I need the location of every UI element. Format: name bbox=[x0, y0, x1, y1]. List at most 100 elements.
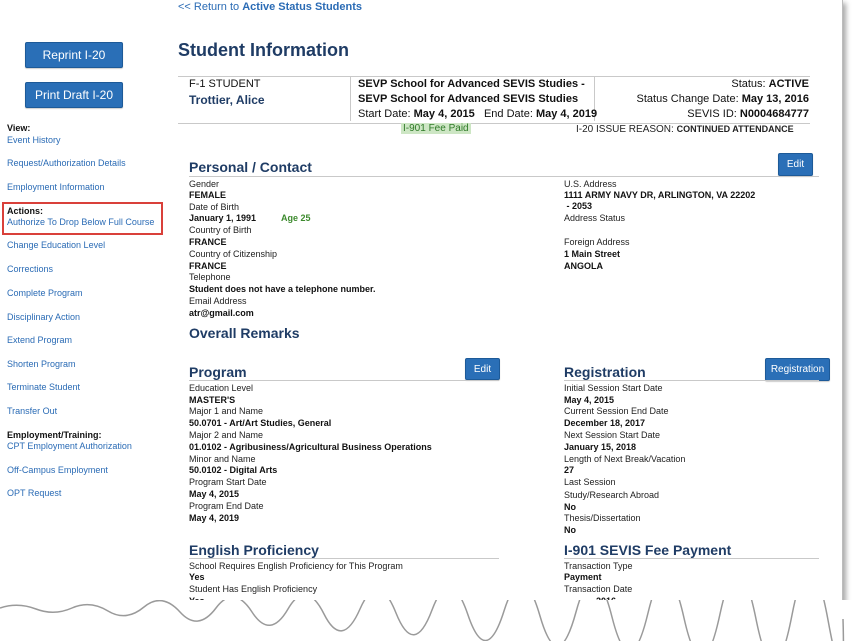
program-end-value: May 4, 2019 bbox=[189, 513, 240, 523]
address-status-label: Address Status bbox=[564, 213, 626, 223]
study-abroad-value: No bbox=[564, 502, 576, 512]
reprint-i20-button[interactable]: Reprint I-20 bbox=[25, 42, 123, 68]
return-link[interactable]: << Return to Active Status Students bbox=[178, 1, 362, 13]
initial-session-label: Initial Session Start Date bbox=[564, 383, 663, 393]
program-end-label: Program End Date bbox=[189, 501, 264, 511]
school-requires-english-value: Yes bbox=[189, 572, 205, 582]
thesis-label: Thesis/Dissertation bbox=[564, 513, 641, 523]
age-value: Age 25 bbox=[281, 213, 311, 223]
sidebar-link-request-authorization[interactable]: Request/Authorization Details bbox=[7, 158, 126, 168]
sidebar-link-cpt[interactable]: CPT Employment Authorization bbox=[7, 441, 132, 451]
header-divider bbox=[350, 77, 351, 121]
divider bbox=[189, 380, 499, 381]
sidebar-link-transfer-out[interactable]: Transfer Out bbox=[7, 406, 57, 416]
cob-value: FRANCE bbox=[189, 237, 227, 247]
cob-label: Country of Birth bbox=[189, 225, 252, 235]
status-change-date: Status Change Date: May 13, 2016 bbox=[636, 93, 809, 105]
page-container: << Return to Active Status Students Repr… bbox=[0, 0, 843, 612]
program-edit-button[interactable]: Edit bbox=[465, 358, 500, 380]
sidebar-link-disciplinary-action[interactable]: Disciplinary Action bbox=[7, 312, 80, 322]
current-session-end-value: December 18, 2017 bbox=[564, 418, 646, 428]
major1-label: Major 1 and Name bbox=[189, 406, 264, 416]
program-heading: Program bbox=[189, 364, 247, 380]
transaction-type-label: Transaction Type bbox=[564, 561, 633, 571]
dob-value: January 1, 1991 bbox=[189, 213, 257, 223]
current-session-end-label: Current Session End Date bbox=[564, 406, 669, 416]
school-requires-english-label: School Requires English Proficiency for … bbox=[189, 561, 403, 571]
minor-label: Minor and Name bbox=[189, 454, 256, 464]
us-address-line1: 1111 ARMY NAVY DR, ARLINGTON, VA 22202 bbox=[564, 190, 756, 200]
last-session-label: Last Session bbox=[564, 477, 616, 487]
next-session-start-label: Next Session Start Date bbox=[564, 430, 661, 440]
employment-heading: Employment/Training: bbox=[7, 430, 102, 440]
student-has-english-label: Student Has English Proficiency bbox=[189, 584, 318, 594]
foreign-address-line1: 1 Main Street bbox=[564, 249, 621, 259]
program-start-value: May 4, 2015 bbox=[189, 489, 240, 499]
sidebar-link-off-campus[interactable]: Off-Campus Employment bbox=[7, 465, 108, 475]
break-length-label: Length of Next Break/Vacation bbox=[564, 454, 686, 464]
sevis-id: SEVIS ID: N0004684777 bbox=[687, 108, 809, 120]
gender-value: FEMALE bbox=[189, 190, 226, 200]
sidebar-link-event-history[interactable]: Event History bbox=[7, 135, 61, 145]
program-dates: Start Date: May 4, 2015 End Date: May 4,… bbox=[358, 108, 598, 120]
sidebar-link-authorize-drop[interactable]: Authorize To Drop Below Full Course bbox=[7, 217, 154, 227]
transaction-type-value: Payment bbox=[564, 572, 602, 582]
actions-heading: Actions: bbox=[7, 206, 43, 216]
phone-value: Student does not have a telephone number… bbox=[189, 284, 376, 294]
major2-value: 01.0102 - Agribusiness/Agricultural Busi… bbox=[189, 442, 432, 452]
divider bbox=[564, 380, 819, 381]
page-title: Student Information bbox=[178, 40, 349, 60]
foreign-address-line2: ANGOLA bbox=[564, 261, 603, 271]
major1-value: 50.0701 - Art/Art Studies, General bbox=[189, 418, 332, 428]
registration-heading: Registration bbox=[564, 364, 646, 380]
sidebar-link-opt-request[interactable]: OPT Request bbox=[7, 488, 61, 498]
coc-value: FRANCE bbox=[189, 261, 227, 271]
school-name-line1: SEVP School for Advanced SEVIS Studies - bbox=[358, 78, 585, 90]
break-length-value: 27 bbox=[564, 465, 575, 475]
foreign-address-label: Foreign Address bbox=[564, 237, 630, 247]
personal-contact-heading: Personal / Contact bbox=[189, 159, 312, 175]
torn-edge bbox=[0, 600, 855, 641]
education-level-label: Education Level bbox=[189, 383, 254, 393]
transaction-date-label: Transaction Date bbox=[564, 584, 633, 594]
dob-label: Date of Birth bbox=[189, 202, 240, 212]
gender-label: Gender bbox=[189, 179, 220, 189]
sidebar-link-complete-program[interactable]: Complete Program bbox=[7, 288, 83, 298]
major2-label: Major 2 and Name bbox=[189, 430, 264, 440]
program-start-label: Program Start Date bbox=[189, 477, 267, 487]
print-draft-i20-button[interactable]: Print Draft I-20 bbox=[25, 82, 123, 108]
sidebar-link-extend-program[interactable]: Extend Program bbox=[7, 335, 72, 345]
phone-label: Telephone bbox=[189, 272, 231, 282]
student-name: Trottier, Alice bbox=[189, 93, 265, 107]
divider bbox=[189, 176, 819, 177]
overall-remarks-heading: Overall Remarks bbox=[189, 325, 300, 341]
fee-paid-badge: I-901 Fee Paid bbox=[401, 123, 471, 134]
us-address-label: U.S. Address bbox=[564, 179, 617, 189]
sidebar-link-corrections[interactable]: Corrections bbox=[7, 264, 53, 274]
view-heading: View: bbox=[7, 123, 31, 133]
initial-session-value: May 4, 2015 bbox=[564, 395, 615, 405]
us-address-line2: - 2053 bbox=[564, 201, 593, 211]
email-label: Email Address bbox=[189, 296, 247, 306]
english-proficiency-heading: English Proficiency bbox=[189, 542, 319, 558]
study-abroad-label: Study/Research Abroad bbox=[564, 490, 660, 500]
sidebar-link-employment-information[interactable]: Employment Information bbox=[7, 182, 105, 192]
status: Status: ACTIVE bbox=[731, 78, 809, 90]
thesis-value: No bbox=[564, 525, 576, 535]
divider bbox=[564, 558, 819, 559]
next-session-start-value: January 15, 2018 bbox=[564, 442, 637, 452]
sevis-fee-heading: I-901 SEVIS Fee Payment bbox=[564, 542, 732, 558]
education-level-value: MASTER'S bbox=[189, 395, 236, 405]
registration-button[interactable]: Registration bbox=[765, 358, 830, 381]
minor-value: 50.0102 - Digital Arts bbox=[189, 465, 278, 475]
school-name-line2: SEVP School for Advanced SEVIS Studies bbox=[358, 93, 579, 105]
sidebar-link-change-education-level[interactable]: Change Education Level bbox=[7, 240, 105, 250]
sidebar-link-terminate-student[interactable]: Terminate Student bbox=[7, 382, 80, 392]
issue-reason: I-20 ISSUE REASON: CONTINUED ATTENDANCE bbox=[576, 124, 794, 135]
divider bbox=[189, 558, 499, 559]
email-value: atr@gmail.com bbox=[189, 308, 254, 318]
student-type: F-1 STUDENT bbox=[189, 78, 261, 90]
personal-edit-button[interactable]: Edit bbox=[778, 153, 813, 176]
sidebar-link-shorten-program[interactable]: Shorten Program bbox=[7, 359, 76, 369]
coc-label: Country of Citizenship bbox=[189, 249, 278, 259]
